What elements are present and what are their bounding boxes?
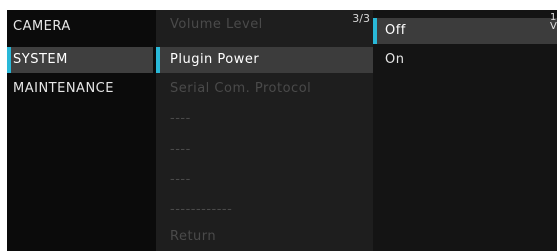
sub-menu-item-label: Plugin Power [170,52,260,67]
sub-menu-item-serial-com-protocol[interactable]: Serial Com. Protocol [156,76,373,102]
main-menu-item-label: CAMERA [13,19,71,34]
main-menu-item-system[interactable]: SYSTEM [7,47,153,73]
option-off[interactable]: Off [373,18,557,44]
main-menu-item-maintenance[interactable]: MAINTENANCE [7,76,153,102]
option-label: Off [385,23,406,38]
page-indicator: 3/3 [352,12,370,25]
sub-menu-item-label: ------------ [170,202,233,217]
selection-accent-bar [156,47,160,73]
sub-menu-item-label: ---- [170,142,191,157]
camera-osd-menu: CAMERA SYSTEM MAINTENANCE Volume Level 3… [7,10,557,251]
cut-off-text: 1 V [550,13,557,32]
sub-menu-item-label: Volume Level [170,17,263,32]
sub-menu-item-label: ---- [170,111,191,126]
selection-accent-bar [7,47,11,73]
sub-menu-item-plugin-power[interactable]: Plugin Power [156,47,373,73]
sub-menu-item-return[interactable]: Return [156,224,373,250]
main-menu-item-label: SYSTEM [13,52,68,67]
main-menu-item-camera[interactable]: CAMERA [7,14,153,40]
main-menu-item-label: MAINTENANCE [13,81,114,96]
sub-menu-item-label: Serial Com. Protocol [170,81,312,96]
options-column: Off On 1 V [373,10,557,251]
sub-menu-item-placeholder: ---- [156,167,373,193]
option-on[interactable]: On [373,47,557,73]
sub-menu-column: Volume Level 3/3 Plugin Power Serial Com… [156,10,373,251]
sub-menu-item-volume-level[interactable]: Volume Level [156,12,373,38]
sub-menu-item-placeholder: ---- [156,137,373,163]
sub-menu-item-label: ---- [170,172,191,187]
main-menu-column: CAMERA SYSTEM MAINTENANCE [7,10,153,251]
sub-menu-item-placeholder: ---- [156,106,373,132]
sub-menu-separator: ------------ [156,197,373,223]
option-label: On [385,52,405,67]
cut-off-text-line: V [550,21,557,32]
selection-accent-bar [373,18,377,44]
sub-menu-item-label: Return [170,229,217,244]
